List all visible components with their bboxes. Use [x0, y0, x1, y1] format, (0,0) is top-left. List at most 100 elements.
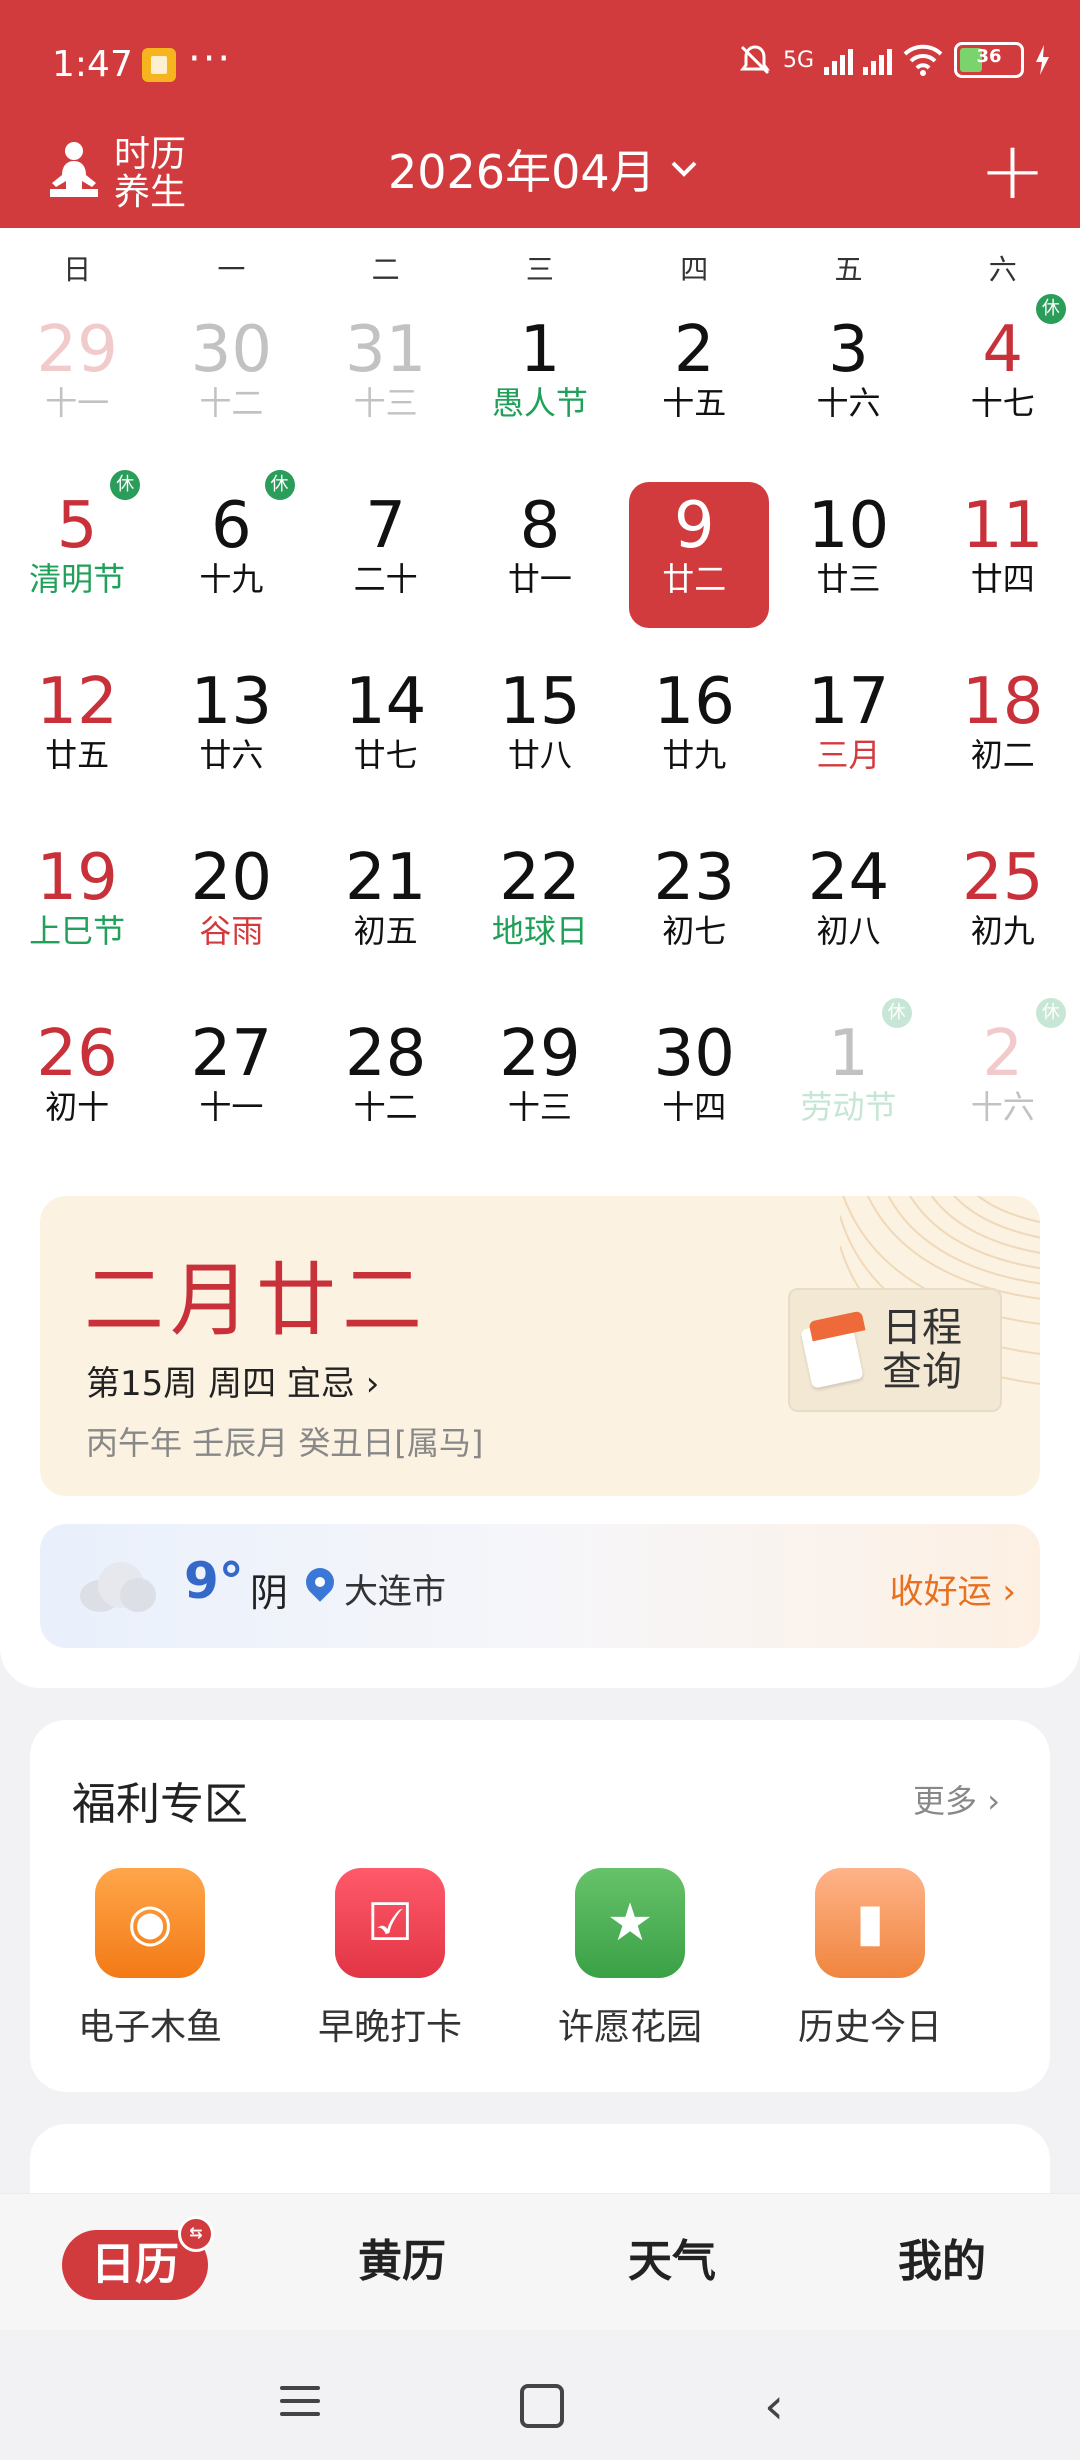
lunar-day-label: 廿六: [199, 736, 264, 774]
app-wish-garden[interactable]: ★ 许愿花园: [510, 1868, 750, 2050]
month-selector[interactable]: 2026年04月: [388, 136, 698, 202]
day-cell[interactable]: 22 地球日: [463, 826, 617, 1002]
tab-calendar[interactable]: 日历 ⇆: [62, 2216, 214, 2300]
day-cell[interactable]: 12 廿五: [0, 650, 154, 826]
app-wooden-fish[interactable]: ◉ 电子木鱼: [30, 1868, 270, 2050]
menu-icon[interactable]: [280, 2386, 320, 2425]
lunar-day-label: 廿一: [507, 560, 572, 598]
more-label: 更多: [913, 1782, 978, 1820]
day-number: 23: [653, 841, 735, 915]
lunar-day-label: 十二: [353, 1088, 418, 1126]
city-name: 大连市: [344, 1572, 446, 1612]
location-pin-icon: [300, 1562, 340, 1602]
logo-line-1: 时历: [114, 134, 187, 175]
lunar-day-label: 愚人节: [491, 384, 588, 422]
day-number: 14: [344, 665, 427, 739]
day-cell[interactable]: 29 十三: [463, 1002, 617, 1178]
day-number: 6: [211, 489, 252, 563]
holiday-rest-badge: 休: [264, 470, 295, 500]
holiday-rest-badge: 休: [1035, 998, 1066, 1028]
day-cell[interactable]: 4 十七 休: [926, 294, 1080, 474]
day-cell[interactable]: 25 初九: [926, 826, 1080, 1002]
day-cell[interactable]: 20 谷雨: [154, 826, 308, 1002]
day-cell[interactable]: 29 十一: [0, 298, 154, 474]
day-cell[interactable]: 10 廿三: [771, 474, 925, 650]
day-number: 7: [365, 489, 407, 563]
day-cell[interactable]: 19 上巳节: [0, 826, 154, 1002]
welfare-apps: ◉ 电子木鱼 ☑ 早晚打卡 ★ 许愿花园 ▮ 历史今日: [30, 1868, 1050, 2050]
day-number: 11: [962, 489, 1044, 563]
notification-icon: [142, 48, 176, 82]
day-cell[interactable]: 30 十二: [154, 298, 308, 474]
day-cell[interactable]: 17 三月: [771, 650, 925, 826]
week-line: 第15周 周四 宜忌: [86, 1364, 355, 1404]
lunar-day-label: 劳动节: [800, 1088, 897, 1126]
day-number: 8: [519, 489, 561, 563]
day-cell[interactable]: 26 初十: [0, 1002, 154, 1178]
weekday-label: 二: [371, 253, 400, 286]
lunar-day-label: 十五: [662, 384, 727, 422]
schedule-query-button[interactable]: 日程 查询: [788, 1288, 1002, 1412]
day-cell[interactable]: 30 十四: [617, 1002, 771, 1178]
good-luck-link[interactable]: 收好运 ›: [890, 1564, 1016, 1613]
day-cell[interactable]: 1 劳动节 休: [771, 998, 925, 1178]
app-history-today[interactable]: ▮ 历史今日: [750, 1868, 990, 2050]
system-nav-bar: ‹: [0, 2330, 1080, 2460]
day-cell[interactable]: 6 十九 休: [154, 470, 308, 650]
day-number: 28: [344, 1017, 427, 1091]
lunar-day-label: 十七: [970, 384, 1035, 422]
day-cell[interactable]: 18 初二: [926, 650, 1080, 826]
wifi-icon: [903, 44, 943, 76]
logo-text: 时历 养生: [114, 136, 186, 212]
day-cell[interactable]: 31 十三: [309, 298, 463, 474]
day-cell[interactable]: 11 廿四: [926, 474, 1080, 650]
week-row: 12 廿五 13 廿六 14 廿七 15 廿八 16 廿九 17 三月 18 初二: [0, 650, 1080, 826]
history-scroll-icon: ▮: [815, 1868, 925, 1978]
app-checkin[interactable]: ☑ 早晚打卡: [270, 1868, 510, 2050]
day-cell[interactable]: 21 初五: [309, 826, 463, 1002]
day-cell[interactable]: 27 十一: [154, 1002, 308, 1178]
day-cell[interactable]: 5 清明节休: [0, 470, 154, 650]
mute-bell-icon: [739, 45, 770, 75]
day-cell[interactable]: 16 廿九: [617, 650, 771, 826]
status-bar: 1:47 ··· 5G 36: [0, 0, 1080, 120]
signal-icon: [824, 45, 853, 75]
lunar-day-label: 廿二: [662, 560, 727, 598]
day-cell[interactable]: 13 廿六: [154, 650, 308, 826]
logo-line-2: 养生: [114, 172, 187, 213]
day-cell[interactable]: 23 初七: [617, 826, 771, 1002]
day-cell[interactable]: 1 愚人节: [463, 298, 617, 474]
tab-weather[interactable]: 天气: [628, 2194, 716, 2330]
day-cell[interactable]: 3 十六: [771, 298, 925, 474]
back-icon[interactable]: ‹: [764, 2381, 784, 2431]
day-cell[interactable]: 24 初八: [771, 826, 925, 1002]
battery-icon: 36: [954, 42, 1024, 78]
day-cell-today[interactable]: 9 廿二: [617, 474, 771, 650]
day-cell[interactable]: 7 二十: [309, 474, 463, 650]
weekday-label: 五: [834, 253, 863, 286]
weekday-label: 一: [217, 253, 246, 286]
app-logo[interactable]: 时历 养生: [44, 120, 186, 228]
day-cell[interactable]: 8 廿一: [463, 474, 617, 650]
day-number: 2: [673, 313, 715, 387]
charging-icon: [1036, 45, 1049, 75]
day-cell[interactable]: 2 十五: [617, 298, 771, 474]
more-link[interactable]: 更多 ›: [913, 1776, 1000, 1822]
lunar-day-label: 十三: [353, 384, 418, 422]
day-cell[interactable]: 14 廿七: [309, 650, 463, 826]
home-icon[interactable]: [520, 2384, 564, 2428]
day-cell[interactable]: 28 十二: [309, 1002, 463, 1178]
weekday-label: 日: [63, 253, 92, 286]
lunar-info-card[interactable]: 二月廿二 第15周 周四 宜忌 › 丙午年 壬辰月 癸丑日[属马] 日程 查询: [40, 1196, 1040, 1496]
day-cell[interactable]: 2 十六 休: [926, 998, 1080, 1178]
lunar-day-label: 廿五: [45, 736, 110, 774]
tab-mine[interactable]: 我的: [898, 2194, 986, 2330]
day-cell[interactable]: 15 廿八: [463, 650, 617, 826]
weather-strip[interactable]: 9° 阴 大连市 收好运 ›: [40, 1524, 1040, 1648]
lunar-day-label: 十一: [45, 384, 110, 422]
tab-almanac[interactable]: 黄历: [358, 2194, 446, 2330]
week-yiji-link[interactable]: 第15周 周四 宜忌 ›: [86, 1356, 379, 1405]
weekday-label: 四: [680, 253, 709, 286]
add-icon[interactable]: +: [979, 131, 1046, 211]
wooden-fish-icon: ◉: [95, 1868, 205, 1978]
